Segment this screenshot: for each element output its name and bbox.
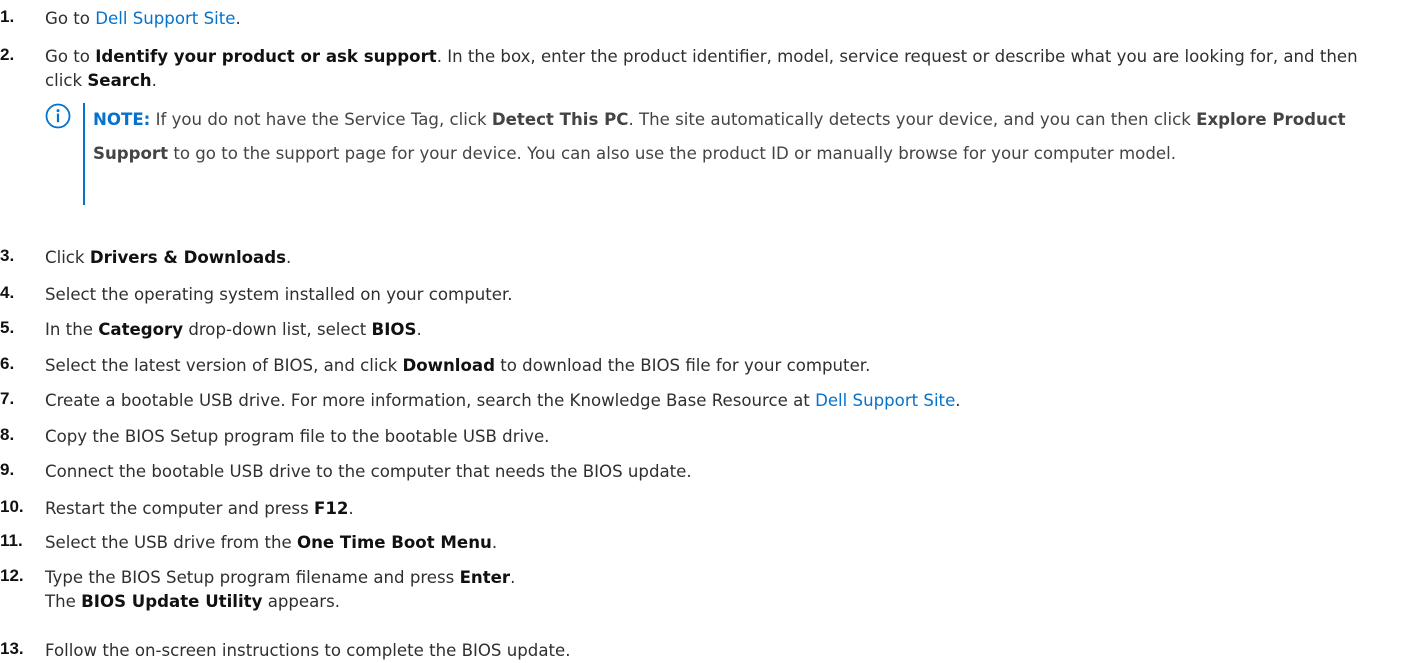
bold-term: Detect This PC xyxy=(491,110,629,129)
step-body: Select the operating system installed on… xyxy=(45,283,1382,307)
step-body: Copy the BIOS Setup program file to the … xyxy=(45,425,1382,449)
bold-term: Search xyxy=(87,71,152,90)
step-body: Restart the computer and press F12. xyxy=(45,497,1382,521)
step-text: Restart the computer and press xyxy=(45,499,314,518)
step-number: 12. xyxy=(0,566,24,585)
step-text: . xyxy=(348,499,354,518)
step-text: Go to xyxy=(45,47,96,66)
step-text: . xyxy=(235,9,241,28)
step-text: Go to xyxy=(45,9,96,28)
step-text: Copy the BIOS Setup program file to the … xyxy=(45,427,550,446)
step-text: Connect the bootable USB drive to the co… xyxy=(45,462,692,481)
step-text: Select the latest version of BIOS, and c… xyxy=(45,356,403,375)
step-body: Go to Identify your product or ask suppo… xyxy=(45,45,1382,93)
step-number: 13. xyxy=(0,639,24,658)
step-number: 7. xyxy=(0,389,15,408)
bold-term: BIOS Update Utility xyxy=(81,592,263,611)
step-number: 8. xyxy=(0,425,15,444)
bold-term: BIOS xyxy=(371,320,417,339)
bold-term: Enter xyxy=(459,568,511,587)
step-body: Connect the bootable USB drive to the co… xyxy=(45,460,1382,484)
step-number: 6. xyxy=(0,354,15,373)
step-text: If you do not have the Service Tag, clic… xyxy=(150,110,492,129)
step-body: Click Drivers & Downloads. xyxy=(45,246,1382,270)
step-body: Follow the on-screen instructions to com… xyxy=(45,639,1382,663)
step-number: 4. xyxy=(0,283,15,302)
step-body: Type the BIOS Setup program filename and… xyxy=(45,566,1382,614)
bold-term: Identify your product or ask support xyxy=(95,47,437,66)
step-text: . xyxy=(416,320,422,339)
step-body: Select the latest version of BIOS, and c… xyxy=(45,354,1382,378)
step-number: 5. xyxy=(0,318,15,337)
step-text: . xyxy=(151,71,157,90)
dell-support-site-link[interactable]: Dell Support Site xyxy=(815,391,955,410)
bold-term: F12 xyxy=(313,499,349,518)
step-body: In the Category drop-down list, select B… xyxy=(45,318,1382,342)
step-text: to go to the support page for your devic… xyxy=(168,144,1176,163)
note-text: NOTE: If you do not have the Service Tag… xyxy=(93,103,1385,171)
note-divider xyxy=(83,103,85,205)
step-body: Go to Dell Support Site. xyxy=(45,7,1382,31)
step-number: 1. xyxy=(0,7,15,26)
step-text: Create a bootable USB drive. For more in… xyxy=(45,391,816,410)
info-icon xyxy=(45,103,71,129)
step-text: . xyxy=(491,533,498,552)
step-text: drop-down list, select xyxy=(183,320,372,339)
step-text: Click xyxy=(45,248,90,267)
step-text: to download the BIOS file for your compu… xyxy=(494,356,871,375)
step-number: 11. xyxy=(0,531,23,550)
step-text: . xyxy=(286,248,292,267)
step-text: . The site automatically detects your de… xyxy=(628,110,1197,129)
step-text: In the xyxy=(45,320,99,339)
bold-term: One Time Boot Menu xyxy=(296,533,492,552)
step-text: The xyxy=(45,592,82,611)
step-text: Select the USB drive from the xyxy=(45,533,297,552)
step-body: Select the USB drive from the One Time B… xyxy=(45,531,1382,555)
step-body: Create a bootable USB drive. For more in… xyxy=(45,389,1382,413)
step-text: appears. xyxy=(262,592,341,611)
step-text: Select the operating system installed on… xyxy=(45,285,513,304)
bold-term: Download xyxy=(402,356,495,375)
instructions-document: 1. Go to Dell Support Site. 2. Go to Identi… xyxy=(0,0,1402,663)
bold-term: Category xyxy=(98,320,184,339)
step-text: Follow the on-screen instructions to com… xyxy=(45,641,571,660)
step-number: 9. xyxy=(0,460,15,479)
dell-support-site-link[interactable]: Dell Support Site xyxy=(95,9,235,28)
step-number: 3. xyxy=(0,246,15,265)
step-number: 2. xyxy=(0,45,15,64)
bold-term: Drivers & Downloads xyxy=(89,248,286,267)
step-number: 10. xyxy=(0,497,24,516)
step-text: . xyxy=(510,568,516,587)
step-text: . xyxy=(955,391,961,410)
note-label: NOTE: xyxy=(93,110,151,129)
step-text: Type the BIOS Setup program filename and… xyxy=(45,568,460,587)
